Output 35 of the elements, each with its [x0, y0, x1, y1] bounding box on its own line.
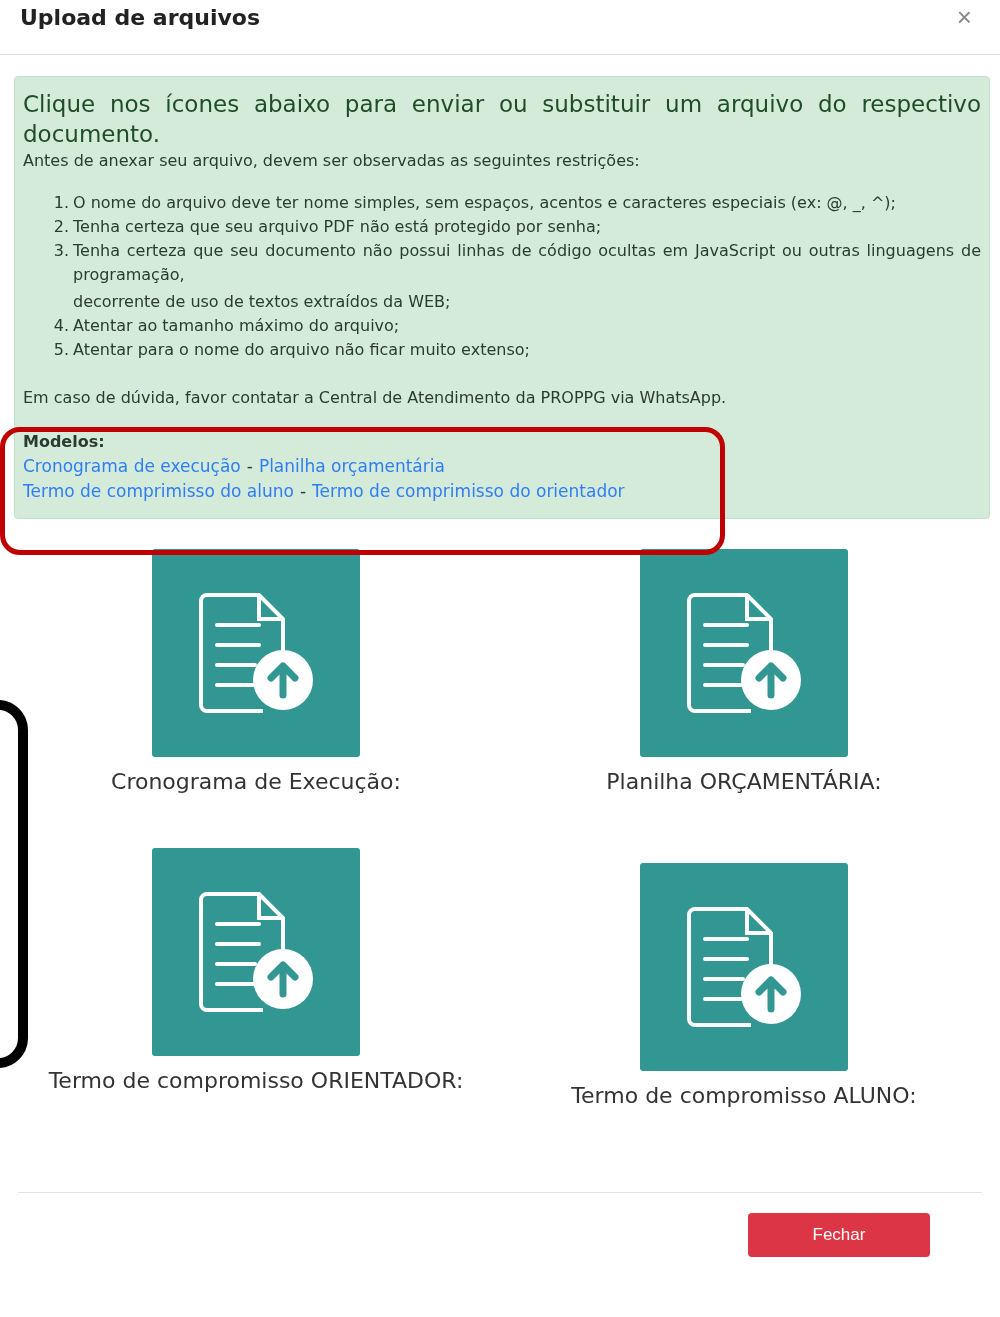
rule-text: decorrente de uso de textos extraídos da WEB; — [73, 291, 452, 313]
template-link[interactable]: Termo de comprimisso do aluno — [23, 479, 294, 504]
upload-button[interactable] — [640, 863, 848, 1071]
list-number: 2. — [52, 216, 70, 238]
template-link[interactable]: Cronograma de execução — [23, 454, 241, 479]
upload-button[interactable] — [640, 549, 848, 757]
template-link[interactable]: Planilha orçamentária — [258, 454, 445, 479]
alert-intro: Antes de anexar seu arquivo, devem ser observadas as seguintes restrições: — [23, 150, 641, 172]
list-number: 3. — [52, 240, 70, 262]
rule-text: O nome do arquivo deve ter nome simples, sem espaços, acentos e caracteres especiais (ex: @, _, ^); — [73, 192, 897, 214]
document-upload-icon — [197, 592, 315, 714]
separator: - — [299, 480, 307, 503]
contact-text: Em caso de dúvida, favor contatar a Central de Atendimento da PROPPG via WhatsApp. — [23, 387, 728, 409]
document-upload-icon — [685, 906, 803, 1028]
upload-label: Cronograma de Execução: — [111, 769, 401, 794]
rule-text: Atentar para o nome do arquivo não ficar muito extenso; — [73, 339, 531, 361]
list-number: 5. — [52, 339, 70, 361]
upload-button[interactable] — [152, 549, 360, 757]
upload-button[interactable] — [152, 848, 360, 1056]
rule-text: Tenha certeza que seu arquivo PDF não está protegido por senha; — [73, 216, 603, 238]
models-label: Modelos: — [23, 431, 106, 453]
upload-label: Planilha ORÇAMENTÁRIA: — [606, 769, 882, 794]
upload-label: Termo de compromisso ALUNO: — [571, 1083, 917, 1108]
list-number: 1. — [52, 192, 70, 214]
rule-text: Atentar ao tamanho máximo do arquivo; — [73, 315, 401, 337]
close-button[interactable]: × — [948, 1, 980, 33]
alert-heading: Clique nos ícones abaixo para enviar ou substituir um arquivo do respectivo documento. — [23, 90, 981, 149]
document-upload-icon — [685, 592, 803, 714]
separator: - — [246, 455, 253, 478]
template-link[interactable]: Termo de comprimisso do orientador — [312, 479, 625, 504]
document-upload-icon — [197, 891, 315, 1013]
upload-label: Termo de compromisso ORIENTADOR: — [48, 1068, 464, 1093]
modal-title: Upload de arquivos — [20, 4, 261, 30]
close-modal-button[interactable]: Fechar — [748, 1213, 930, 1257]
list-number: 4. — [52, 315, 70, 337]
